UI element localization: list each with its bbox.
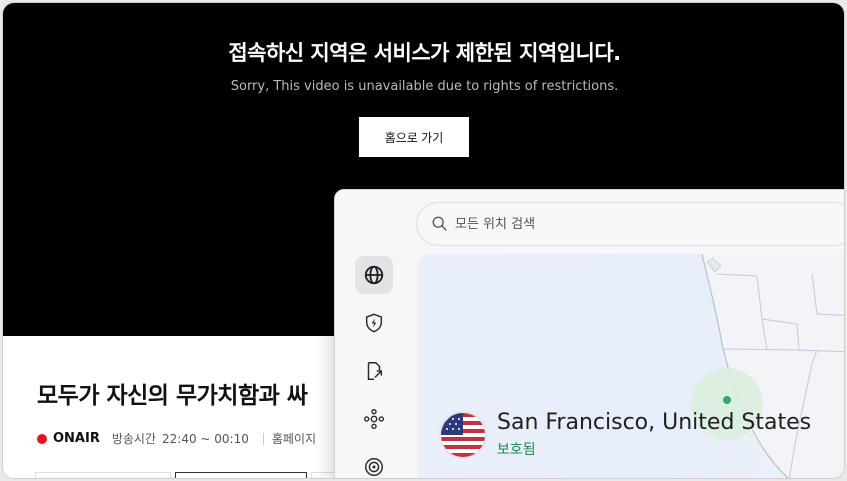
go-home-button[interactable]: 홈으로 가기 bbox=[359, 117, 469, 157]
rail-meshnet-button[interactable] bbox=[355, 400, 393, 438]
vpn-side-rail bbox=[335, 250, 415, 478]
shield-bolt-icon bbox=[365, 313, 383, 333]
meshnet-icon bbox=[363, 408, 385, 430]
location-pin[interactable] bbox=[723, 396, 731, 404]
globe-icon bbox=[364, 265, 384, 285]
program-tab-active[interactable] bbox=[175, 472, 307, 478]
restriction-message-en: Sorry, This video is unavailable due to … bbox=[230, 79, 619, 94]
homepage-link[interactable]: 홈페이지 bbox=[272, 430, 316, 447]
browser-frame: 접속하신 지역은 서비스가 제한된 지역입니다. Sorry, This vid… bbox=[2, 2, 845, 479]
connected-location[interactable]: San Francisco, United States 보호됨 bbox=[439, 410, 811, 459]
location-text: San Francisco, United States 보호됨 bbox=[497, 410, 811, 459]
connection-status: 보호됨 bbox=[497, 442, 536, 458]
divider bbox=[262, 432, 264, 445]
location-name: San Francisco, United States bbox=[497, 410, 812, 435]
rail-globe-button[interactable] bbox=[355, 256, 393, 294]
radar-icon bbox=[365, 458, 383, 476]
air-time: 22:40 ~ 00:10 bbox=[162, 431, 249, 446]
rail-dark-web-monitor-button[interactable] bbox=[355, 448, 393, 478]
restriction-message-ko: 접속하신 지역은 서비스가 제한된 지역입니다. bbox=[228, 41, 621, 65]
us-flag-icon bbox=[439, 410, 487, 459]
program-tabs bbox=[35, 472, 345, 478]
program-meta: ONAIR 방송시간 22:40 ~ 00:10 홈페이지 bbox=[37, 430, 316, 447]
rail-file-share-button[interactable] bbox=[355, 352, 393, 390]
file-share-icon bbox=[367, 362, 383, 380]
air-time-label: 방송시간 bbox=[111, 432, 157, 446]
search-icon bbox=[432, 216, 447, 231]
onair-badge: ONAIR bbox=[53, 431, 100, 446]
vpn-app-window: San Francisco, United States 보호됨 bbox=[334, 189, 844, 478]
rail-threat-protection-button[interactable] bbox=[355, 304, 393, 342]
search-input[interactable] bbox=[455, 216, 815, 232]
program-tab[interactable] bbox=[35, 472, 171, 478]
location-search[interactable] bbox=[416, 202, 844, 246]
program-title: 모두가 자신의 무가치함과 싸 bbox=[37, 383, 308, 409]
onair-dot-icon bbox=[37, 433, 47, 444]
